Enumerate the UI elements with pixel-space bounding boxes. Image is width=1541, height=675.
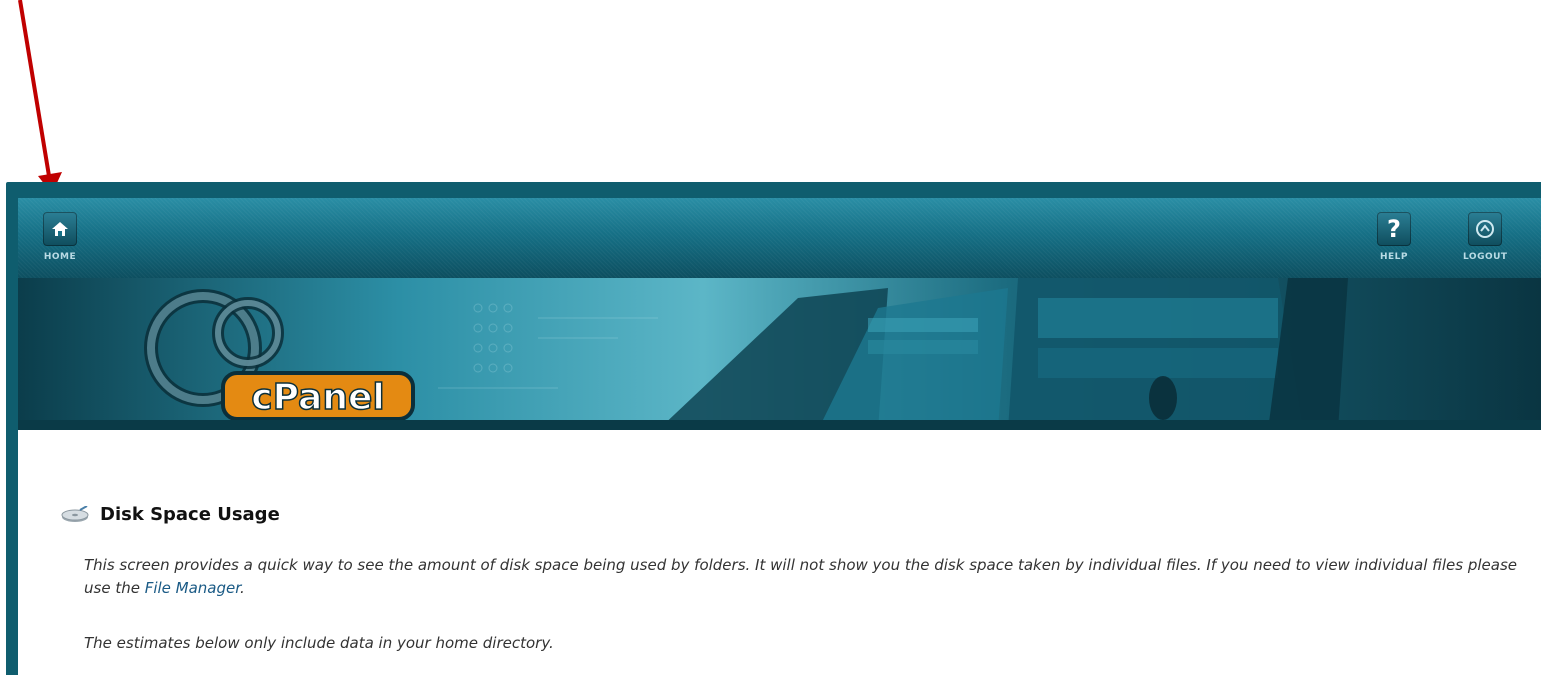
home-icon <box>43 212 77 246</box>
cpanel-logo: cPanel <box>144 289 415 421</box>
top-navigation-bar: HOME ? HELP LOGOUT <box>18 198 1541 278</box>
description-text: This screen provides a quick way to see … <box>84 556 1517 597</box>
cpanel-page: HOME ? HELP LOGOUT cPanel Disk Space Usa… <box>18 198 1541 675</box>
banner-artwork: cPanel <box>144 278 1348 430</box>
logout-icon <box>1468 212 1503 246</box>
estimate-note: The estimates below only include data in… <box>84 634 554 652</box>
cpanel-window: HOME ? HELP LOGOUT cPanel Disk Space Usa… <box>6 182 1541 675</box>
page-description: This screen provides a quick way to see … <box>84 554 1524 600</box>
help-button[interactable]: ? HELP <box>1377 212 1411 262</box>
cpanel-banner: cPanel <box>18 278 1541 430</box>
disk-icon <box>61 505 89 522</box>
section-header: Disk Space Usage <box>60 504 280 525</box>
main-content: Disk Space Usage This screen provides a … <box>18 430 1541 675</box>
help-icon: ? <box>1377 212 1411 246</box>
description-end: . <box>240 579 245 597</box>
banner-divider <box>18 420 1541 430</box>
file-manager-link[interactable]: File Manager <box>145 579 240 597</box>
logout-label: LOGOUT <box>1463 252 1508 262</box>
logout-button[interactable]: LOGOUT <box>1463 212 1508 262</box>
annotation-arrow <box>18 0 62 194</box>
help-label: HELP <box>1379 252 1408 262</box>
page-title: Disk Space Usage <box>100 504 280 525</box>
home-label: HOME <box>43 252 77 262</box>
cpanel-logo-text: cPanel <box>251 377 384 418</box>
home-button[interactable]: HOME <box>43 212 77 262</box>
